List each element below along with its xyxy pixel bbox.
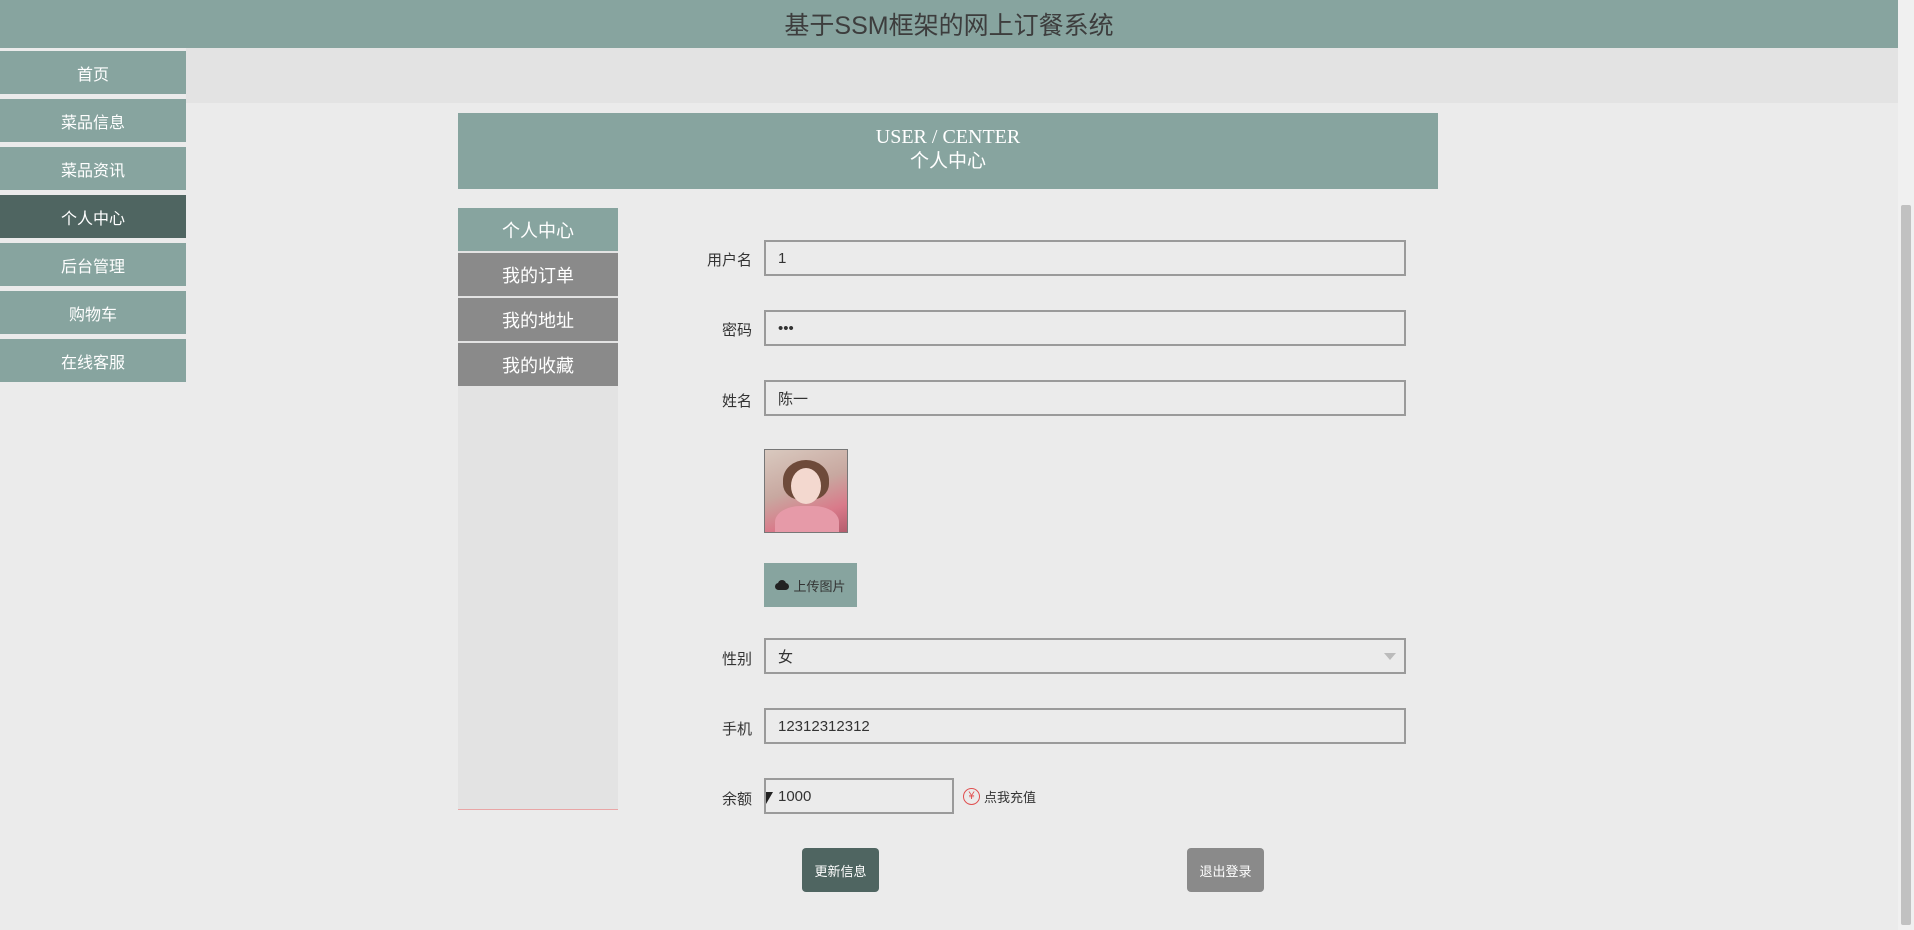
subnav-item-orders[interactable]: 我的订单 [458,253,618,296]
nav-item-user-center[interactable]: 个人中心 [0,195,186,238]
nav-item-cart[interactable]: 购物车 [0,291,186,334]
subnav-item-favorites[interactable]: 我的收藏 [458,343,618,386]
cloud-upload-icon [775,580,790,590]
password-value: ••• [778,319,794,337]
avatar-image [764,449,848,533]
gender-value: 女 [778,648,794,666]
site-title: 基于SSM框架的网上订餐系统 [784,12,1114,40]
username-label: 用户名 [706,252,752,269]
update-info-button[interactable]: 更新信息 [802,848,879,892]
balance-value: 1000 [778,787,812,805]
chevron-down-icon [1384,653,1396,660]
upload-image-label: 上传图片 [793,578,846,594]
nav-item-support[interactable]: 在线客服 [0,339,186,382]
nav-item-admin[interactable]: 后台管理 [0,243,186,286]
banner-title-cn: 个人中心 [909,151,986,172]
nav-item-dish-news[interactable]: 菜品资讯 [0,147,186,190]
yen-icon: ¥ [963,787,980,805]
name-label: 姓名 [721,393,752,410]
nav-item-home[interactable]: 首页 [0,51,186,94]
recharge-label: 点我充值 [984,789,1037,805]
name-value: 陈一 [778,390,809,408]
user-center-subnav: 个人中心 我的订单 我的地址 我的收藏 [458,208,618,810]
name-field[interactable]: 陈一 [764,380,1406,416]
username-value: 1 [778,249,787,267]
main-content-area [196,103,1898,930]
mouse-cursor-icon [766,792,773,804]
logout-button[interactable]: 退出登录 [1187,848,1264,892]
top-strip [186,48,1898,103]
username-field[interactable]: 1 [764,240,1406,276]
site-header: 基于SSM框架的网上订餐系统 [0,0,1898,48]
balance-label: 余额 [721,791,752,808]
nav-item-dishes[interactable]: 菜品信息 [0,99,186,142]
banner-title-en: USER / CENTER [875,126,1021,148]
phone-field[interactable]: 12312312312 [764,708,1406,744]
upload-image-button[interactable]: 上传图片 [764,563,857,607]
page-scrollbar[interactable] [1898,0,1914,930]
subnav-item-profile[interactable]: 个人中心 [458,208,618,251]
phone-value: 12312312312 [778,717,870,735]
recharge-link[interactable]: ¥ 点我充值 [963,786,1036,806]
user-center-banner: USER / CENTER 个人中心 [458,113,1438,189]
main-sidebar: 首页 菜品信息 菜品资讯 个人中心 后台管理 购物车 在线客服 [0,51,186,387]
password-label: 密码 [721,322,752,339]
password-field[interactable]: ••• [764,310,1406,346]
subnav-item-addresses[interactable]: 我的地址 [458,298,618,341]
gender-label: 性别 [721,651,752,668]
gender-select[interactable]: 女 [764,638,1406,674]
balance-field[interactable]: 1000 [764,778,954,814]
phone-label: 手机 [721,721,752,738]
scrollbar-thumb[interactable] [1901,205,1911,925]
